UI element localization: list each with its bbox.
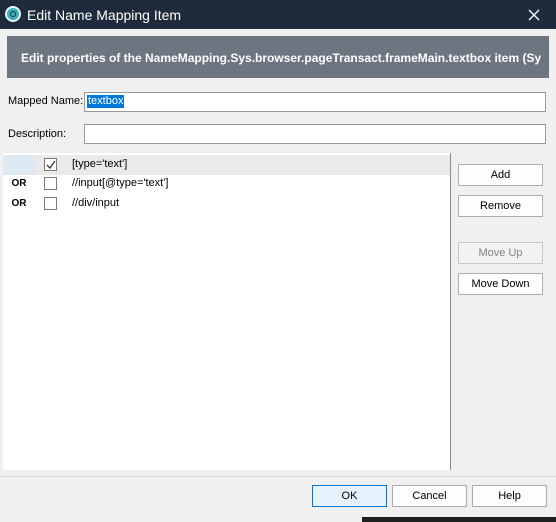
move-down-button[interactable]: Move Down <box>458 273 543 295</box>
remove-button[interactable]: Remove <box>458 195 543 217</box>
checkmark-icon <box>46 160 56 170</box>
operator-cell: OR <box>11 178 27 189</box>
help-button[interactable]: Help <box>472 485 547 507</box>
description-label: Description: <box>8 128 67 140</box>
close-icon <box>528 9 540 20</box>
footer-separator <box>0 476 556 477</box>
criteria-row[interactable]: OR //div/input <box>3 194 450 214</box>
close-button[interactable] <box>512 0 556 29</box>
criteria-value: //input[@type='text'] <box>72 177 169 189</box>
app-logo-icon <box>5 6 21 22</box>
criteria-row[interactable]: [type='text'] <box>3 155 450 175</box>
criteria-checkbox[interactable] <box>44 177 57 190</box>
operator-cell <box>3 155 35 175</box>
mapped-name-label: Mapped Name: <box>8 95 84 107</box>
title-bar: Edit Name Mapping Item <box>0 0 556 29</box>
window-title: Edit Name Mapping Item <box>27 7 182 23</box>
criteria-value: [type='text'] <box>72 158 128 170</box>
ok-button[interactable]: OK <box>312 485 387 507</box>
mapped-name-value: textbox <box>87 95 125 108</box>
criteria-row[interactable]: OR //input[@type='text'] <box>3 174 450 194</box>
mapped-name-input[interactable]: textbox <box>84 92 546 112</box>
move-up-button[interactable]: Move Up <box>458 242 543 264</box>
taskbar-fragment <box>362 517 556 522</box>
cancel-button[interactable]: Cancel <box>392 485 467 507</box>
operator-cell: OR <box>11 198 27 209</box>
add-button[interactable]: Add <box>458 164 543 186</box>
criteria-checkbox[interactable] <box>44 158 57 171</box>
criteria-list[interactable]: [type='text'] OR //input[@type='text'] O… <box>3 153 451 470</box>
description-input[interactable] <box>84 124 546 144</box>
header-banner: Edit properties of the NameMapping.Sys.b… <box>7 36 549 78</box>
criteria-checkbox[interactable] <box>44 197 57 210</box>
criteria-value: //div/input <box>72 197 120 209</box>
